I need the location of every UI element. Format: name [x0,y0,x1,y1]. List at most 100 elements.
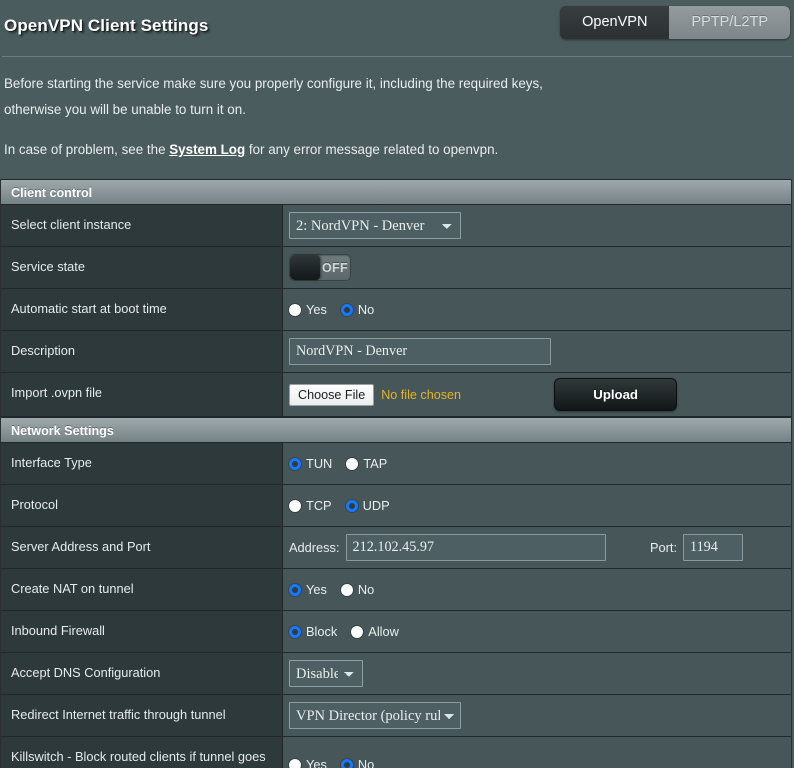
row-select-client-instance: Select client instance 2: NordVPN - Denv… [1,205,791,247]
auto-start-no[interactable]: No [340,302,374,317]
protocol-udp[interactable]: UDP [345,498,390,513]
value-server-address-port: Address: Port: [283,527,791,568]
value-interface-type: TUN TAP [283,443,791,484]
killswitch-radio-group: Yes No [289,757,382,768]
killswitch-yes[interactable]: Yes [289,757,327,768]
label-redirect-traffic: Redirect Internet traffic through tunnel [1,695,283,736]
accept-dns-select[interactable]: Disabled [289,660,363,687]
radio-icon-checked [289,457,301,470]
killswitch-no[interactable]: No [340,757,375,768]
file-status-text: No file chosen [381,387,462,402]
interface-type-tun-label: TUN [306,456,333,471]
toggle-knob [290,255,320,280]
port-label: Port: [649,540,677,555]
server-address-input[interactable] [345,534,606,561]
protocol-udp-label: UDP [362,498,390,513]
row-protocol: Protocol TCP UDP [1,485,791,527]
interface-type-tap-label: TAP [363,456,388,471]
intro-text: Before starting the service make sure yo… [0,57,794,169]
label-service-state: Service state [1,247,283,288]
inbound-firewall-allow-label: Allow [368,624,399,639]
radio-icon [340,583,353,596]
label-auto-start: Automatic start at boot time [1,289,283,330]
value-description [283,331,791,372]
radio-icon [289,758,301,768]
radio-icon [289,303,301,316]
value-auto-start: Yes No [283,289,791,330]
address-port-fields: Address: Port: [289,534,783,561]
value-redirect-traffic: VPN Director (policy rules) [283,695,791,736]
radio-icon [346,457,359,470]
section-header-client-control: Client control [1,179,791,205]
choose-file-button[interactable]: Choose File [289,383,375,406]
value-killswitch: Yes No [283,737,791,768]
row-accept-dns: Accept DNS Configuration Disabled [1,653,791,695]
row-create-nat: Create NAT on tunnel Yes No [1,569,791,611]
intro-line-3: In case of problem, see the System Log f… [4,137,790,163]
upload-button[interactable]: Upload [554,378,677,411]
killswitch-no-label: No [357,757,375,768]
value-protocol: TCP UDP [283,485,791,526]
tab-bar: OpenVPN PPTP/L2TP [560,6,790,39]
label-accept-dns: Accept DNS Configuration [1,653,283,694]
row-description: Description [1,331,791,373]
server-port-input[interactable] [683,534,743,561]
create-nat-no-label: No [357,582,375,597]
tab-pptp-l2tp[interactable]: PPTP/L2TP [669,6,790,39]
page-title: OpenVPN Client Settings [4,16,209,35]
label-protocol: Protocol [1,485,283,526]
label-inbound-firewall: Inbound Firewall [1,611,283,652]
protocol-tcp[interactable]: TCP [289,498,332,513]
inbound-firewall-radio-group: Block Allow [289,624,407,639]
intro-line-1: Before starting the service make sure yo… [4,76,543,91]
inbound-firewall-block[interactable]: Block [289,624,337,639]
interface-type-tap[interactable]: TAP [346,456,387,471]
row-import-ovpn: Import .ovpn file Choose File No file ch… [1,373,791,417]
killswitch-yes-label: Yes [306,757,327,768]
description-input[interactable] [289,338,551,365]
value-service-state: OFF [283,247,791,288]
protocol-tcp-label: TCP [306,498,332,513]
protocol-radio-group: TCP UDP [289,498,398,513]
file-input-row: Choose File No file chosen Upload [289,378,783,411]
page-header: OpenVPN Client Settings OpenVPN PPTP/L2T… [0,0,794,56]
tab-openvpn[interactable]: OpenVPN [560,6,670,39]
system-log-link[interactable]: System Log [169,142,245,157]
interface-type-radio-group: TUN TAP [289,456,395,471]
section-header-network-settings: Network Settings [1,417,791,443]
create-nat-no[interactable]: No [340,582,375,597]
radio-icon-checked [289,583,301,596]
create-nat-yes[interactable]: Yes [289,582,327,597]
radio-icon-checked [289,625,301,638]
settings-panel: Client control Select client instance 2:… [0,179,792,768]
radio-icon-checked [345,499,358,512]
redirect-traffic-select[interactable]: VPN Director (policy rules) [289,702,461,729]
label-description: Description [1,331,283,372]
row-redirect-traffic: Redirect Internet traffic through tunnel… [1,695,791,737]
client-instance-select[interactable]: 2: NordVPN - Denver [289,212,461,239]
interface-type-tun[interactable]: TUN [289,456,332,471]
toggle-state-label: OFF [321,260,349,275]
auto-start-yes-label: Yes [306,302,327,317]
intro-line-3-pre: In case of problem, see the [4,142,170,157]
radio-icon [289,499,301,512]
label-select-client-instance: Select client instance [1,205,283,246]
label-killswitch: Killswitch - Block routed clients if tun… [1,737,283,768]
value-import-ovpn: Choose File No file chosen Upload [283,373,791,416]
create-nat-radio-group: Yes No [289,582,382,597]
label-server-address-port: Server Address and Port [1,527,283,568]
value-create-nat: Yes No [283,569,791,610]
inbound-firewall-allow[interactable]: Allow [351,624,399,639]
port-field-wrap: Port: [650,534,783,561]
row-server-address-port: Server Address and Port Address: Port: [1,527,791,569]
radio-icon [351,625,364,638]
radio-icon-checked [340,758,353,768]
inbound-firewall-block-label: Block [306,624,338,639]
row-inbound-firewall: Inbound Firewall Block Allow [1,611,791,653]
address-label: Address: [289,540,340,555]
intro-spacer [4,123,790,137]
auto-start-yes[interactable]: Yes [289,302,327,317]
row-killswitch: Killswitch - Block routed clients if tun… [1,737,791,768]
service-state-toggle[interactable]: OFF [289,254,351,281]
value-select-client-instance: 2: NordVPN - Denver [283,205,791,246]
